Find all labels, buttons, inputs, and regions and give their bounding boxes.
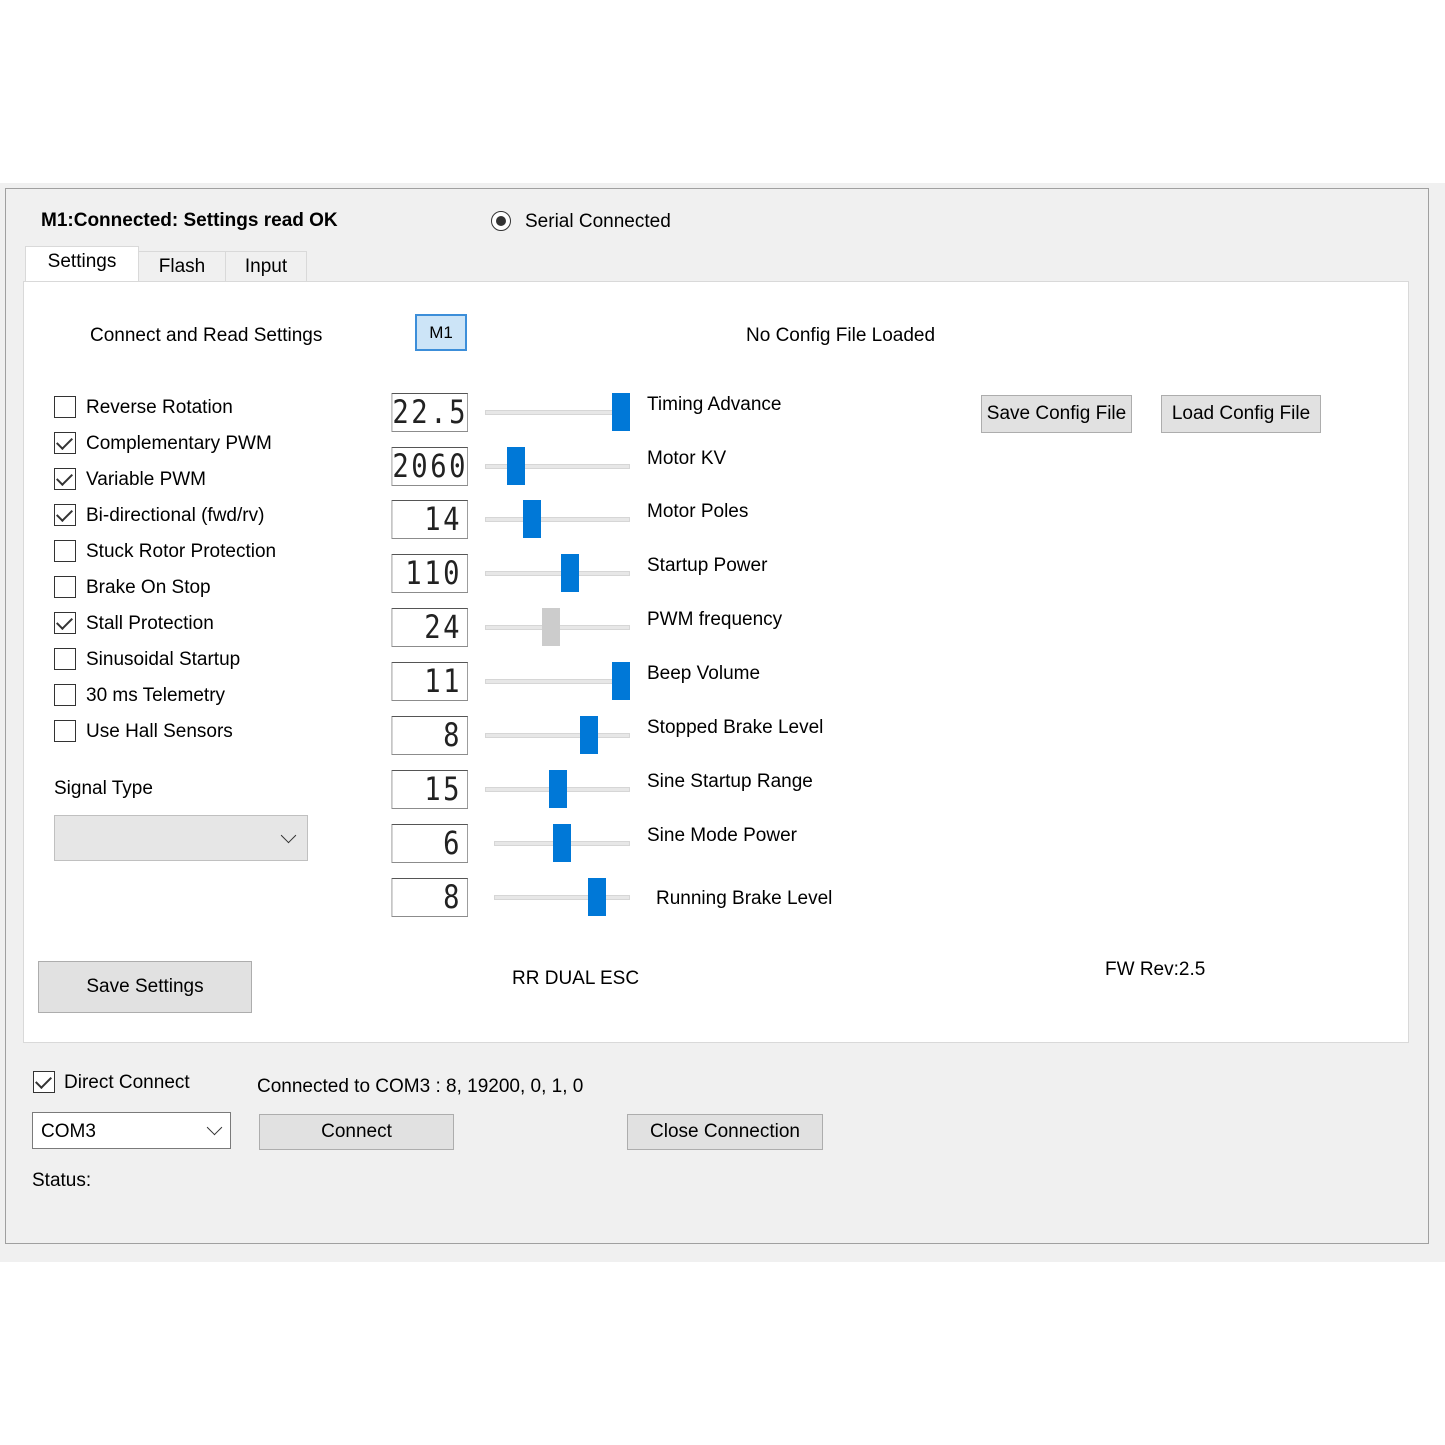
com-port-dropdown[interactable]: COM3 (32, 1112, 231, 1149)
option-checkbox[interactable] (54, 648, 76, 670)
connect-read-label: Connect and Read Settings (90, 325, 323, 346)
status-label: Status: (32, 1170, 92, 1191)
option-checkbox[interactable] (54, 684, 76, 706)
tab-flash[interactable]: Flash (138, 251, 226, 283)
slider-track[interactable] (494, 895, 630, 900)
close-connection-button[interactable]: Close Connection (627, 1114, 823, 1150)
param-value-display: 110 (391, 554, 468, 593)
config-status-label: No Config File Loaded (746, 325, 936, 346)
param-value-display: 2060 (391, 447, 469, 486)
option-checkbox-label: Variable PWM (86, 469, 207, 490)
slider-label: Motor Poles (647, 501, 749, 522)
option-checkbox-label: 30 ms Telemetry (86, 685, 226, 706)
slider-thumb[interactable] (542, 608, 561, 646)
connected-info-label: Connected to COM3 : 8, 19200, 0, 1, 0 (257, 1076, 584, 1097)
slider-thumb[interactable] (561, 554, 580, 592)
slider-thumb[interactable] (553, 824, 571, 862)
serial-connected-label: Serial Connected (525, 211, 671, 232)
chevron-down-icon (280, 827, 297, 844)
slider-track[interactable] (485, 571, 630, 576)
slider-thumb[interactable] (612, 393, 630, 431)
save-config-button[interactable]: Save Config File (981, 395, 1132, 433)
tab-settings[interactable]: Settings (25, 246, 139, 283)
tab-input[interactable]: Input (225, 251, 307, 283)
option-checkbox-label: Brake On Stop (86, 577, 211, 598)
signal-type-dropdown[interactable] (54, 815, 308, 861)
slider-label: Beep Volume (647, 663, 761, 684)
option-checkbox[interactable] (54, 468, 76, 490)
app-window: M1:Connected: Settings read OK Serial Co… (0, 183, 1445, 1262)
connect-button[interactable]: Connect (259, 1114, 454, 1150)
slider-thumb[interactable] (548, 770, 567, 808)
slider-thumb[interactable] (588, 878, 607, 916)
option-checkbox[interactable] (54, 612, 76, 634)
fw-rev-label: FW Rev:2.5 (1105, 959, 1206, 980)
save-settings-button[interactable]: Save Settings (38, 961, 252, 1013)
slider-thumb[interactable] (523, 500, 542, 538)
serial-connected-radio[interactable] (491, 211, 511, 231)
settings-panel: Connect and Read Settings M1 No Config F… (23, 281, 1409, 1043)
option-checkbox-label: Sinusoidal Startup (86, 649, 241, 670)
slider-label: Timing Advance (647, 394, 782, 415)
option-checkbox[interactable] (54, 504, 76, 526)
signal-type-label: Signal Type (54, 778, 153, 799)
param-value-display: 11 (391, 662, 468, 701)
slider-label: Running Brake Level (656, 888, 833, 909)
option-checkbox[interactable] (54, 432, 76, 454)
option-checkbox[interactable] (54, 720, 76, 742)
slider-label: Stopped Brake Level (647, 717, 824, 738)
slider-label: Sine Mode Power (647, 825, 797, 846)
connection-status-title: M1:Connected: Settings read OK (41, 210, 338, 231)
option-checkbox[interactable] (54, 396, 76, 418)
option-checkbox-label: Stall Protection (86, 613, 214, 634)
param-value-display: 14 (391, 500, 468, 539)
direct-connect-checkbox[interactable] (33, 1071, 55, 1093)
param-value-display: 15 (391, 770, 468, 809)
param-value-display: 6 (391, 824, 468, 863)
option-checkbox[interactable] (54, 540, 76, 562)
chevron-down-icon (206, 1119, 223, 1136)
slider-track[interactable] (485, 517, 630, 522)
option-checkbox-label: Stuck Rotor Protection (86, 541, 277, 562)
option-checkbox-label: Reverse Rotation (86, 397, 233, 418)
option-checkbox-label: Bi-directional (fwd/rv) (86, 505, 265, 526)
param-value-display: 8 (391, 878, 468, 917)
com-port-value: COM3 (41, 1121, 96, 1142)
param-value-display: 24 (391, 608, 468, 647)
param-value-display: 22.5 (391, 393, 469, 432)
param-value-display: 8 (391, 716, 468, 755)
option-checkbox[interactable] (54, 576, 76, 598)
option-checkbox-label: Complementary PWM (86, 433, 272, 454)
load-config-button[interactable]: Load Config File (1161, 395, 1321, 433)
option-checkbox-label: Use Hall Sensors (86, 721, 233, 742)
m1-button[interactable]: M1 (415, 314, 467, 351)
slider-label: Startup Power (647, 555, 768, 576)
device-name-label: RR DUAL ESC (512, 968, 640, 989)
slider-track[interactable] (485, 679, 630, 684)
direct-connect-label: Direct Connect (64, 1072, 190, 1093)
slider-track[interactable] (485, 733, 630, 738)
slider-track[interactable] (485, 410, 630, 415)
slider-label: PWM frequency (647, 609, 783, 630)
slider-label: Sine Startup Range (647, 771, 813, 792)
slider-thumb[interactable] (506, 447, 525, 485)
slider-label: Motor KV (647, 448, 727, 469)
slider-thumb[interactable] (612, 662, 630, 700)
slider-thumb[interactable] (580, 716, 599, 754)
